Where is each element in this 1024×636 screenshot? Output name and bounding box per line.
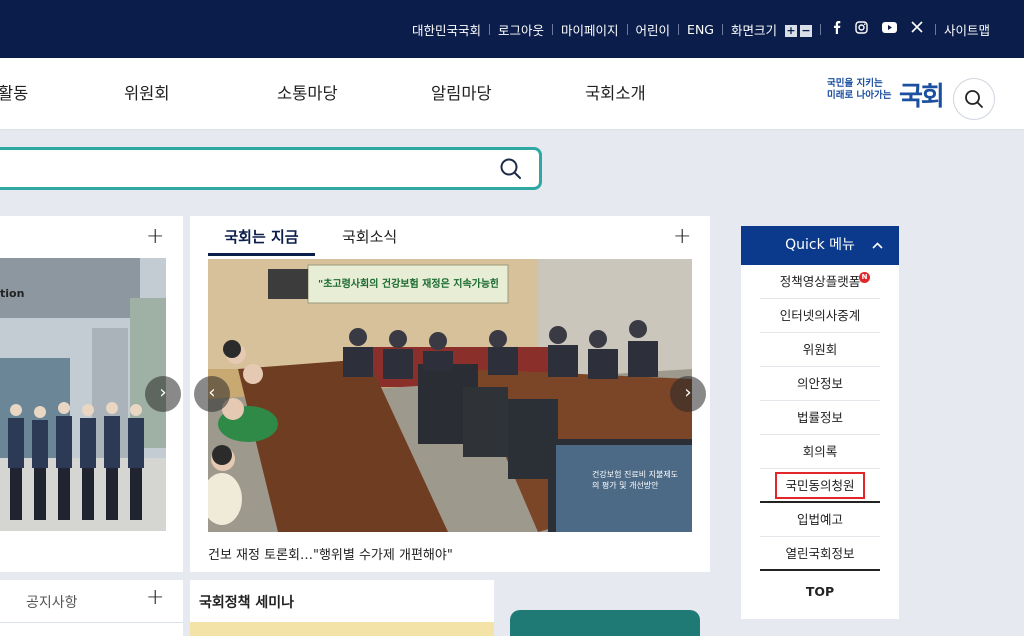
quick-item-label: 의안정보 — [796, 376, 843, 391]
quick-item-law-info[interactable]: 법률정보 — [760, 401, 880, 435]
chevron-right-icon: › — [159, 382, 167, 403]
facebook-icon[interactable] — [833, 20, 841, 38]
nav-activities[interactable]: 활동 — [0, 58, 28, 130]
nav-about[interactable]: 국회소개 — [585, 58, 646, 130]
sitemap-link[interactable]: 사이트맵 — [936, 20, 998, 39]
quick-item-policy-video[interactable]: 정책영상플랫폼 N — [760, 265, 880, 299]
teal-banner[interactable] — [510, 610, 700, 636]
quick-item-bill-info[interactable]: 의안정보 — [760, 367, 880, 401]
quick-item-internet-broadcast[interactable]: 인터넷의사중계 — [760, 299, 880, 333]
divider — [0, 622, 183, 623]
quick-item-label: 입법예고 — [796, 512, 843, 527]
search-bar — [0, 147, 542, 190]
national-assembly-logo[interactable]: 국민을 지키는 미래로 나아가는 국회 — [827, 78, 945, 114]
search-icon — [500, 158, 521, 179]
seminar-card: 국회정책 세미나 — [190, 580, 494, 636]
youtube-icon[interactable] — [881, 21, 897, 37]
quick-item-label: 열린국회정보 — [785, 546, 855, 561]
main-photo-illustration — [208, 259, 692, 532]
quick-menu-header[interactable]: Quick 메뉴 — [741, 226, 899, 265]
chevron-left-icon: ‹ — [208, 382, 216, 403]
quick-item-label: 법률정보 — [796, 410, 843, 425]
quick-item-label: 회의록 — [802, 444, 838, 459]
nav-notice[interactable]: 알림마당 — [431, 58, 492, 130]
screen-slide-text: 건강보험 진료비 지불제도의 평가 및 개선방안 — [592, 470, 679, 490]
quick-item-open-assembly[interactable]: 열린국회정보 — [760, 537, 880, 571]
x-icon[interactable] — [911, 21, 923, 37]
more-plus-icon[interactable]: + — [146, 587, 164, 609]
left-news-photo[interactable]: tion — [0, 258, 166, 531]
seminar-thumbnail[interactable] — [190, 622, 494, 636]
quick-item-label: 국민동의청원 — [775, 472, 865, 499]
seminar-title[interactable]: 국회정책 세미나 — [199, 592, 294, 612]
chevron-right-icon: › — [684, 382, 692, 403]
font-increase-button[interactable]: + — [784, 25, 797, 37]
main-carousel-prev[interactable]: ‹ — [194, 376, 230, 412]
quick-menu: Quick 메뉴 정책영상플랫폼 N 인터넷의사중계 위원회 의안정보 법률정보… — [741, 226, 899, 619]
link-national-assembly[interactable]: 대한민국국회 — [404, 20, 489, 39]
font-size-control: 화면크기 + − — [723, 20, 820, 39]
tab-assembly-news[interactable]: 국회소식 — [342, 216, 397, 256]
sns-links — [821, 20, 935, 38]
left-photo-illustration — [0, 258, 166, 531]
seminar-banner-text: "초고령사회의 건강보험 재정은 지속가능한가" — [318, 279, 498, 290]
nav-committee[interactable]: 위원회 — [124, 58, 170, 130]
quick-item-label: 위원회 — [802, 342, 838, 357]
search-submit-button[interactable] — [499, 157, 523, 185]
search-icon — [965, 90, 983, 108]
utility-bar: 대한민국국회 로그아웃 마이페이지 어린이 ENG 화면크기 + − 사이트맵 — [0, 0, 1024, 58]
chevron-up-icon — [872, 226, 883, 265]
logo-mark: 국회 — [899, 82, 945, 112]
quick-item-label: 정책영상플랫폼 — [779, 274, 861, 289]
font-decrease-button[interactable]: − — [799, 25, 812, 37]
english-link[interactable]: ENG — [679, 22, 722, 37]
notice-title[interactable]: 공지사항 — [26, 592, 78, 612]
notice-card: 공지사항 + — [0, 580, 183, 636]
news-caption[interactable]: 건보 재정 토론회…"행위별 수가제 개편해야" — [208, 544, 453, 563]
quick-item-minutes[interactable]: 회의록 — [760, 435, 880, 469]
left-photo-sign-text: tion — [0, 287, 25, 300]
instagram-icon[interactable] — [855, 20, 868, 38]
new-badge: N — [859, 272, 870, 283]
tab-assembly-now[interactable]: 국회는 지금 — [208, 216, 315, 256]
global-search-button[interactable] — [953, 78, 995, 120]
font-size-label: 화면크기 — [730, 22, 777, 38]
left-carousel-next[interactable]: › — [145, 376, 181, 412]
kids-link[interactable]: 어린이 — [628, 20, 679, 39]
more-plus-icon[interactable]: + — [146, 226, 164, 248]
utility-links: 대한민국국회 로그아웃 마이페이지 어린이 ENG 화면크기 + − 사이트맵 — [404, 0, 998, 58]
quick-item-label: 인터넷의사중계 — [779, 308, 861, 323]
main-carousel-next[interactable]: › — [670, 376, 706, 412]
nav-communication[interactable]: 소통마당 — [277, 58, 338, 130]
quick-item-legislative-notice[interactable]: 입법예고 — [760, 503, 880, 537]
logout-link[interactable]: 로그아웃 — [490, 20, 552, 39]
quick-item-petition[interactable]: 국민동의청원 — [760, 469, 880, 503]
mypage-link[interactable]: 마이페이지 — [553, 20, 627, 39]
quick-menu-title: Quick 메뉴 — [785, 237, 855, 253]
main-news-photo[interactable]: "초고령사회의 건강보험 재정은 지속가능한가" 건강보험 진료비 지불제도의 … — [208, 259, 692, 532]
top-button[interactable]: TOP — [741, 584, 899, 599]
quick-menu-list: 정책영상플랫폼 N 인터넷의사중계 위원회 의안정보 법률정보 회의록 국민동의… — [760, 265, 880, 571]
quick-item-committee[interactable]: 위원회 — [760, 333, 880, 367]
search-input[interactable] — [0, 150, 483, 187]
more-plus-icon[interactable]: + — [673, 226, 691, 248]
